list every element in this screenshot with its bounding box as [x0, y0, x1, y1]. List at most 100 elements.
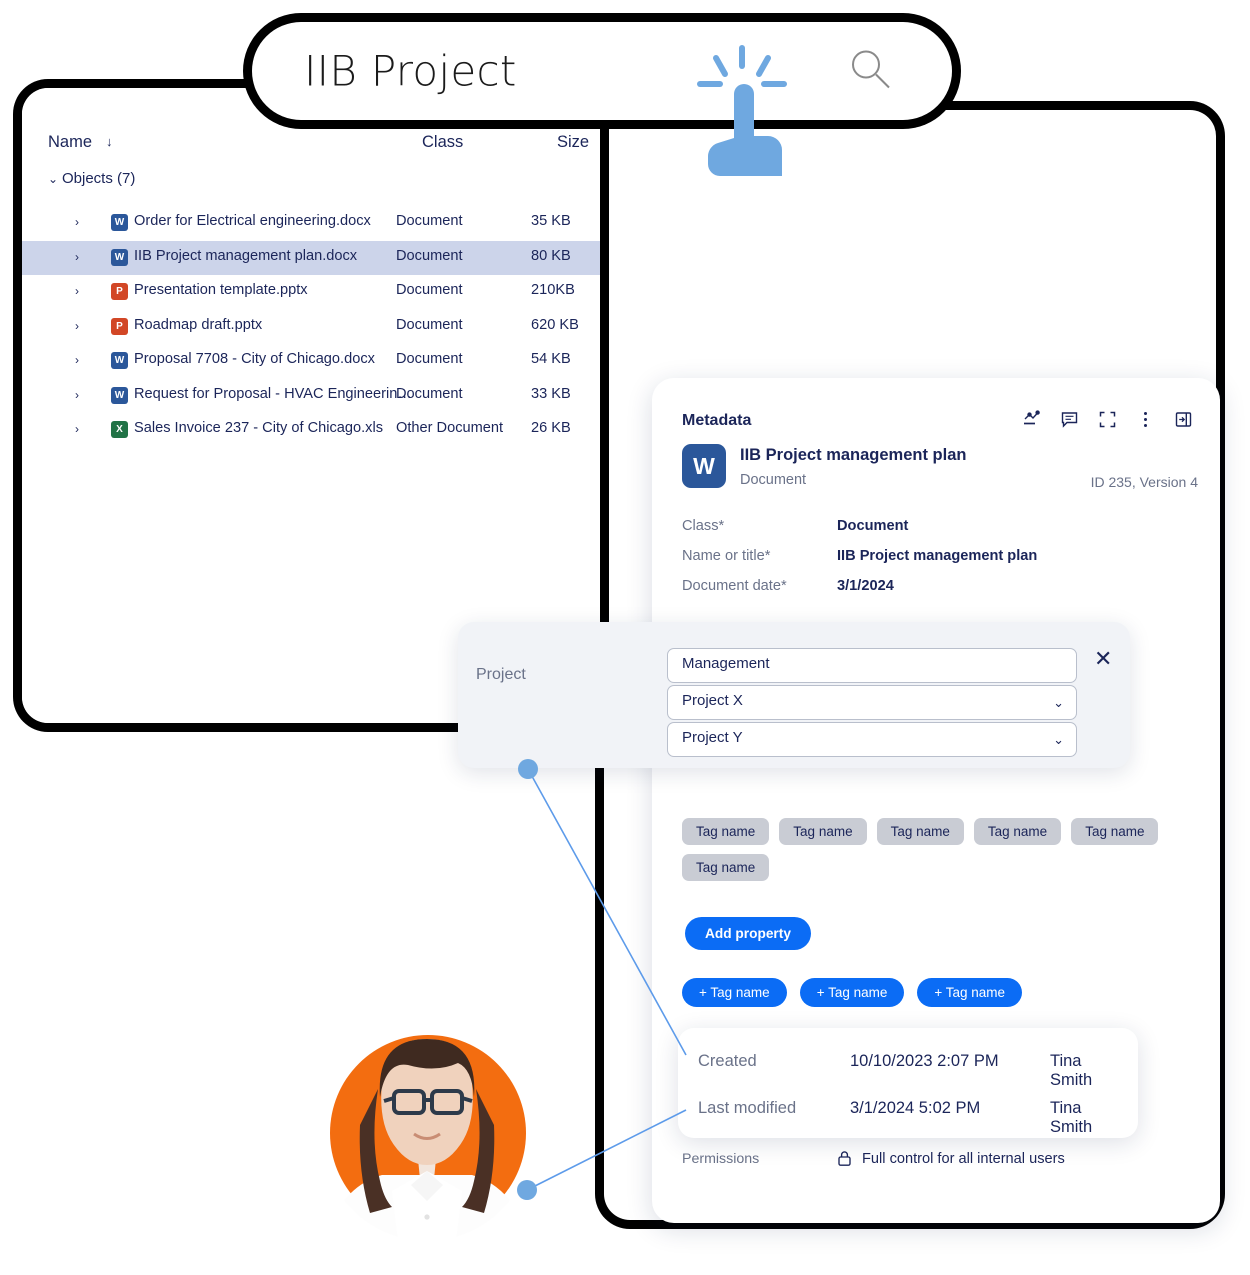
tap-hand-icon — [697, 45, 787, 176]
chevron-right-icon[interactable]: › — [75, 215, 79, 229]
close-icon[interactable]: ✕ — [1094, 648, 1112, 670]
tag-pill[interactable]: Tag name — [1071, 818, 1159, 845]
metadata-field: Document date* 3/1/2024 — [682, 578, 1198, 608]
chevron-right-icon[interactable]: › — [75, 353, 79, 367]
field-value: Project X — [682, 692, 743, 709]
field-label: Class* — [682, 518, 725, 534]
metadata-document-header: W IIB Project management plan Document I… — [682, 444, 1198, 500]
chevron-right-icon[interactable]: › — [75, 250, 79, 264]
table-row[interactable]: › P Roadmap draft.pptx Document 620 KB — [22, 310, 600, 345]
tag-pill[interactable]: Tag name — [779, 818, 867, 845]
group-row-objects[interactable]: ⌄ Objects (7) — [48, 170, 135, 187]
comment-icon[interactable] — [1058, 408, 1080, 430]
word-file-icon: W — [111, 248, 128, 266]
column-header-size[interactable]: Size — [557, 133, 589, 152]
powerpoint-file-icon: P — [111, 283, 128, 300]
date-user: Tina Smith — [1050, 1052, 1093, 1089]
sort-descending-icon[interactable]: ↓ — [106, 134, 113, 149]
date-label: Created — [698, 1052, 757, 1070]
lock-icon — [837, 1150, 852, 1172]
dates-card: Created 10/10/2023 2:07 PM Tina Smith Last … — [678, 1028, 1138, 1138]
date-user: Tina Smith — [1050, 1099, 1093, 1136]
table-row[interactable]: › P Presentation template.pptx Document 210K… — [22, 275, 600, 310]
fullscreen-icon[interactable] — [1096, 408, 1118, 430]
search-bar[interactable]: IIB Project — [252, 22, 952, 120]
word-file-icon: W — [111, 214, 128, 231]
field-value[interactable]: 3/1/2024 — [837, 578, 894, 594]
add-property-button[interactable]: Add property — [685, 917, 811, 950]
tag-pill[interactable]: Tag name — [876, 818, 964, 845]
chevron-right-icon[interactable]: › — [75, 284, 79, 298]
file-size: 33 KB — [531, 385, 571, 402]
add-tag-button[interactable]: + Tag name — [917, 978, 1023, 1007]
collapse-panel-icon[interactable] — [1172, 408, 1194, 430]
permissions-row: Permissions Full control for all interna… — [682, 1150, 1198, 1172]
file-size: 26 KB — [531, 420, 571, 436]
tag-pill[interactable]: Tag name — [682, 854, 770, 881]
powerpoint-file-icon: P — [111, 317, 128, 335]
metadata-version-info: ID 235, Version 4 — [1090, 474, 1198, 490]
file-class: Other Document — [396, 420, 504, 436]
add-tag-button[interactable]: + Tag name — [682, 978, 787, 1007]
chevron-right-icon[interactable]: › — [75, 422, 79, 436]
tag-add-buttons: + Tag name + Tag name + Tag name — [682, 978, 1023, 1007]
chevron-right-icon[interactable]: › — [75, 319, 79, 333]
chevron-down-icon[interactable]: ⌄ — [1053, 732, 1064, 748]
date-value: 10/10/2023 2:07 PM — [850, 1052, 999, 1070]
chevron-down-icon: ⌄ — [48, 172, 59, 186]
permissions-label: Permissions — [682, 1151, 760, 1167]
search-input[interactable]: IIB Project — [304, 47, 517, 96]
file-name: Sales Invoice 237 - City of Chicago.xls — [134, 420, 384, 436]
column-header-name[interactable]: Name — [48, 133, 92, 152]
group-label: Objects (7) — [62, 170, 136, 187]
file-name: Roadmap draft.pptx — [134, 316, 263, 333]
metadata-toolbar — [1020, 408, 1194, 430]
date-value: 3/1/2024 5:02 PM — [850, 1099, 981, 1117]
project-select[interactable]: Project Y ⌄ — [667, 722, 1077, 757]
date-row: Created 10/10/2023 2:07 PM Tina Smith — [698, 1052, 1120, 1089]
metadata-field: Name or title* IIB Project management pla… — [682, 548, 1198, 578]
file-class: Document — [396, 351, 463, 367]
file-list-header: Name ↓ Class Size — [48, 133, 600, 155]
more-options-icon[interactable] — [1134, 408, 1156, 430]
table-row[interactable]: › W Proposal 7708 - City of Chicago.docx Do… — [22, 344, 600, 379]
tag-list: Tag name Tag name Tag name Tag name Tag name… — [682, 818, 1198, 881]
file-size: 210KB — [531, 282, 575, 298]
table-row[interactable]: › W Order for Electrical engineering.docx D… — [22, 206, 600, 241]
word-file-icon: W — [111, 352, 128, 369]
file-name: Proposal 7708 - City of Chicago.docx — [134, 351, 375, 367]
file-name: Request for Proposal - HVAC Engineerin… — [134, 385, 412, 402]
permissions-value: Full control for all internal users — [862, 1151, 1065, 1167]
project-select[interactable]: Project X ⌄ — [667, 685, 1077, 720]
tag-pill[interactable]: Tag name — [973, 818, 1062, 845]
field-value: Project Y — [682, 729, 743, 746]
file-class: Document — [396, 316, 463, 333]
search-icon[interactable] — [846, 45, 894, 98]
metadata-document-title: IIB Project management plan — [740, 446, 967, 464]
avatar-photo — [322, 1031, 532, 1241]
table-row[interactable]: › W Request for Proposal - HVAC Engineerin… — [22, 379, 600, 414]
tag-pill[interactable]: Tag name — [682, 818, 770, 845]
file-size: 54 KB — [531, 351, 571, 367]
file-size: 620 KB — [531, 316, 579, 333]
table-row[interactable]: › W IIB Project management plan.docx Docume… — [22, 240, 600, 275]
workflow-icon[interactable] — [1020, 408, 1042, 430]
chevron-right-icon[interactable]: › — [75, 388, 79, 402]
project-text-input[interactable]: Management — [667, 648, 1077, 683]
project-label: Project — [476, 666, 526, 683]
file-name: IIB Project management plan.docx — [134, 247, 358, 264]
add-tag-button[interactable]: + Tag name — [799, 978, 905, 1007]
word-file-icon: W — [111, 386, 128, 404]
file-name: Presentation template.pptx — [134, 282, 308, 298]
field-label: Document date* — [682, 578, 787, 594]
field-value[interactable]: IIB Project management plan — [837, 548, 1037, 564]
column-header-class[interactable]: Class — [422, 133, 463, 152]
table-row[interactable]: › X Sales Invoice 237 - City of Chicago.xl… — [22, 413, 600, 448]
project-property-panel: Project Management Project X ⌄ Project Y ⌄ ✕ — [458, 622, 1130, 768]
file-class: Document — [396, 282, 463, 298]
file-class: Document — [396, 247, 463, 264]
file-class: Document — [396, 213, 463, 229]
field-value[interactable]: Document — [837, 518, 908, 534]
metadata-fields: Class* Document Name or title* IIB Project … — [682, 518, 1198, 608]
chevron-down-icon[interactable]: ⌄ — [1053, 695, 1064, 711]
